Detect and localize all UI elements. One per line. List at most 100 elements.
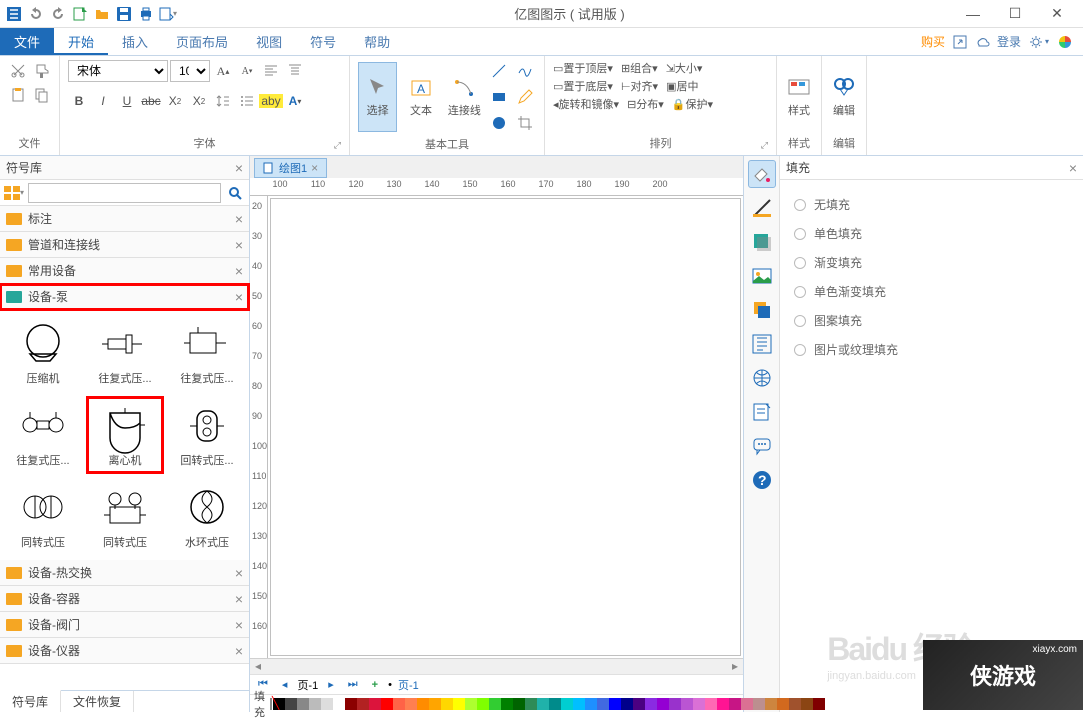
color-swatch[interactable]: [765, 698, 777, 710]
subscript-icon[interactable]: X2: [164, 90, 186, 112]
align-left-icon[interactable]: [260, 60, 282, 82]
color-swatch[interactable]: [597, 698, 609, 710]
fill-option[interactable]: 渐变填充: [790, 248, 1073, 277]
color-swatch[interactable]: [621, 698, 633, 710]
library-category[interactable]: 设备-阀门×: [0, 612, 249, 638]
color-swatch[interactable]: [753, 698, 765, 710]
web-panel-icon[interactable]: [748, 364, 776, 392]
picture-panel-icon[interactable]: [748, 262, 776, 290]
share-icon[interactable]: [953, 35, 967, 49]
login-link[interactable]: 登录: [997, 33, 1021, 50]
color-swatch[interactable]: [513, 698, 525, 710]
fill-option[interactable]: 单色渐变填充: [790, 277, 1073, 306]
center-button[interactable]: ▣ 居中: [666, 78, 698, 94]
font-name-select[interactable]: 宋体: [68, 60, 168, 82]
page-last-icon[interactable]: ⏭: [344, 678, 362, 691]
color-swatch[interactable]: [285, 698, 297, 710]
color-swatch[interactable]: [501, 698, 513, 710]
document-tab[interactable]: 绘图1 ×: [254, 158, 327, 178]
buy-link[interactable]: 购买: [921, 33, 945, 50]
category-close-icon[interactable]: ×: [235, 237, 243, 253]
text-panel-icon[interactable]: [748, 330, 776, 358]
font-size-select[interactable]: 10: [170, 60, 210, 82]
doc-tab-close-icon[interactable]: ×: [311, 161, 318, 175]
color-swatch[interactable]: [297, 698, 309, 710]
category-close-icon[interactable]: ×: [235, 211, 243, 227]
tab-help[interactable]: 帮助: [350, 28, 404, 55]
undo-icon[interactable]: [26, 4, 46, 24]
color-swatch[interactable]: [477, 698, 489, 710]
color-swatch[interactable]: [789, 698, 801, 710]
edit-button[interactable]: 编辑: [830, 62, 858, 132]
color-swatch[interactable]: [465, 698, 477, 710]
pinwheel-icon[interactable]: [1057, 34, 1073, 50]
color-swatch[interactable]: [393, 698, 405, 710]
fill-option[interactable]: 图片或纹理填充: [790, 335, 1073, 364]
color-swatch[interactable]: [729, 698, 741, 710]
gear-icon[interactable]: ▾: [1029, 35, 1049, 49]
tab-symbols[interactable]: 符号: [296, 28, 350, 55]
library-category[interactable]: 设备-热交换×: [0, 560, 249, 586]
distribute-button[interactable]: ⊟ 分布 ▾: [627, 96, 664, 112]
font-color-icon[interactable]: A▾: [284, 90, 306, 112]
format-painter-icon[interactable]: [31, 60, 53, 82]
color-swatch[interactable]: [777, 698, 789, 710]
library-category[interactable]: 设备-仪器×: [0, 638, 249, 664]
color-swatch[interactable]: [309, 698, 321, 710]
color-swatch[interactable]: [369, 698, 381, 710]
tab-view[interactable]: 视图: [242, 28, 296, 55]
fill-option[interactable]: 图案填充: [790, 306, 1073, 335]
tab-insert[interactable]: 插入: [108, 28, 162, 55]
open-icon[interactable]: [92, 4, 112, 24]
pencil-tool[interactable]: [514, 86, 536, 108]
line-tool[interactable]: [488, 60, 510, 82]
tab-start[interactable]: 开始: [54, 28, 108, 55]
color-swatch[interactable]: [741, 698, 753, 710]
help-panel-icon[interactable]: ?: [748, 466, 776, 494]
category-close-icon[interactable]: ×: [235, 289, 243, 305]
maximize-button[interactable]: ☐: [1003, 4, 1027, 24]
color-swatch[interactable]: [573, 698, 585, 710]
search-icon[interactable]: [223, 183, 247, 203]
line-panel-icon[interactable]: [748, 194, 776, 222]
color-swatch[interactable]: [537, 698, 549, 710]
right-panel-close-icon[interactable]: ×: [1069, 160, 1077, 176]
library-category[interactable]: 常用设备×: [0, 258, 249, 284]
no-fill-swatch[interactable]: ╲: [270, 698, 272, 710]
symbol-search-input[interactable]: [28, 183, 221, 203]
logo-icon[interactable]: [4, 4, 24, 24]
note-panel-icon[interactable]: [748, 398, 776, 426]
symbol-item[interactable]: 压缩机: [4, 314, 82, 392]
color-swatch[interactable]: [429, 698, 441, 710]
crop-tool[interactable]: [514, 112, 536, 134]
color-swatch[interactable]: [561, 698, 573, 710]
fill-option[interactable]: 无填充: [790, 190, 1073, 219]
symbol-item[interactable]: 同转式压: [86, 478, 164, 556]
color-swatch[interactable]: [453, 698, 465, 710]
category-close-icon[interactable]: ×: [235, 565, 243, 581]
color-swatch[interactable]: [693, 698, 705, 710]
color-swatch[interactable]: [417, 698, 429, 710]
symbol-item[interactable]: 离心机: [86, 396, 164, 474]
fill-option[interactable]: 单色填充: [790, 219, 1073, 248]
page-add-icon[interactable]: +: [368, 679, 382, 691]
increase-font-icon[interactable]: A▴: [212, 60, 234, 82]
symbol-item[interactable]: 回转式压...: [168, 396, 246, 474]
library-category[interactable]: 设备-泵×: [0, 284, 249, 310]
color-swatch[interactable]: [357, 698, 369, 710]
align-button[interactable]: ⊢ 对齐 ▾: [621, 78, 658, 94]
paste-icon[interactable]: [7, 84, 29, 106]
library-category[interactable]: 管道和连接线×: [0, 232, 249, 258]
color-swatch[interactable]: [381, 698, 393, 710]
color-swatch[interactable]: [549, 698, 561, 710]
category-close-icon[interactable]: ×: [235, 263, 243, 279]
copy-icon[interactable]: [31, 84, 53, 106]
print-icon[interactable]: [136, 4, 156, 24]
color-swatch[interactable]: [645, 698, 657, 710]
color-swatch[interactable]: [669, 698, 681, 710]
color-swatch[interactable]: [717, 698, 729, 710]
symbol-item[interactable]: 水环式压: [168, 478, 246, 556]
highlight-icon[interactable]: aby: [260, 90, 282, 112]
tab-file-recovery[interactable]: 文件恢复: [61, 691, 134, 712]
protect-button[interactable]: 🔒 保护 ▾: [672, 96, 713, 112]
